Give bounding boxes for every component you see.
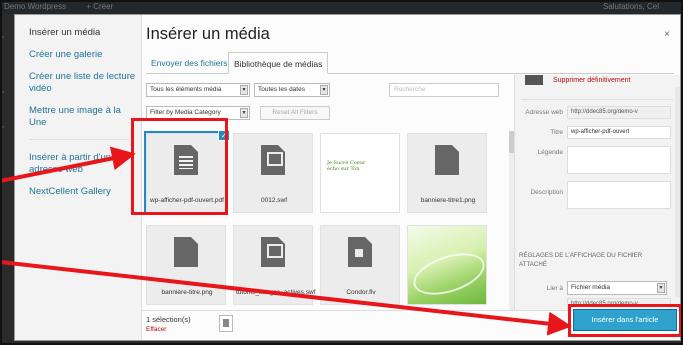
media-modal: Insérer un média Créer une galerie Créer… <box>14 14 681 341</box>
admin-bar: Demo Wordpress + Créer Salutations, Cel <box>0 0 683 14</box>
media-item-name: 0012.swf <box>260 197 288 204</box>
flash-file-icon <box>261 237 285 267</box>
media-type-select-value: Tous les éléments média <box>150 86 222 93</box>
url-field[interactable]: http://ddec85.org/demo-v <box>567 106 671 119</box>
caption-field[interactable] <box>567 146 671 174</box>
media-item-name: banniere-titre1.png <box>420 197 476 204</box>
sidebar-item-insert-from-url[interactable]: Insérer à partir d'une adresse web <box>29 152 137 176</box>
media-category-select-value: Filter by Media Category <box>150 109 221 116</box>
annotation-highlight-insert <box>568 304 682 337</box>
media-item-name: bannière-titre.png <box>161 289 213 296</box>
details-divider <box>521 99 673 100</box>
backdrop-ghost: ▪ <box>2 124 5 131</box>
delete-permanently-link[interactable]: Supprimer définitivement <box>553 77 630 84</box>
chevron-down-icon: ▼ <box>240 108 248 118</box>
selected-file-thumbnail[interactable] <box>219 315 233 332</box>
admin-bar-new[interactable]: + Créer <box>86 2 113 11</box>
tab-media-library[interactable]: Bibliothèque de médias <box>228 52 329 74</box>
admin-bar-site[interactable]: Demo Wordpress <box>4 2 66 11</box>
title-field[interactable]: wp-afficher-pdf-ouvert <box>567 126 671 139</box>
reset-filters-button[interactable]: Reset All Filters <box>260 106 330 120</box>
link-to-select-value: Fichier média <box>571 284 611 291</box>
sidebar-item-video-playlist[interactable]: Créer une liste de lecture vidéo <box>29 71 137 95</box>
media-sidebar: Insérer un média Créer une galerie Créer… <box>15 15 142 340</box>
media-type-select[interactable]: Tous les éléments média ▼ <box>146 83 250 97</box>
search-input[interactable]: Recherche <box>389 83 499 97</box>
document-icon <box>435 145 459 175</box>
annotation-highlight-selected <box>131 118 228 215</box>
document-icon <box>174 237 198 267</box>
modal-title: Insérer un média <box>146 25 270 43</box>
media-item-name: Condor.flv <box>346 289 376 296</box>
display-settings-heading: RÉGLAGES DE L'AFFICHAGE DU FICHIER ATTAC… <box>519 252 643 268</box>
selection-count: 1 sélection(s) <box>146 315 191 324</box>
caption-label: Légende <box>537 149 563 156</box>
description-field[interactable] <box>567 181 671 209</box>
sidebar-item-nextcellent[interactable]: NextCellent Gallery <box>29 186 137 198</box>
chevron-down-icon: ▼ <box>657 283 665 293</box>
media-item[interactable]: 0012.swf <box>233 133 313 213</box>
media-item[interactable]: Condor.flv <box>320 225 400 305</box>
backdrop-ghost: ▪ <box>2 89 5 96</box>
link-to-label: Lier à <box>546 285 563 292</box>
media-tabs: Envoyer des fichiers Bibliothèque de méd… <box>146 52 674 74</box>
tab-upload-files[interactable]: Envoyer des fichiers <box>146 52 233 74</box>
clear-selection-link[interactable]: Effacer <box>146 326 166 333</box>
details-scrollbar[interactable] <box>675 87 680 297</box>
media-item[interactable]: Je Sucré Coeur écho sur Ton <box>320 133 400 213</box>
flash-file-icon <box>261 145 285 175</box>
media-item[interactable]: banniere-titre1.png <box>407 133 487 213</box>
url-label: Adresse web <box>525 109 563 116</box>
chevron-down-icon: ▼ <box>320 85 328 95</box>
title-label: Titre <box>550 129 563 136</box>
backdrop-ghost: ▪ <box>2 34 5 41</box>
description-label: Description <box>530 189 563 196</box>
media-item[interactable]: tutoriel_images_actives.swf <box>233 225 316 305</box>
dates-select[interactable]: Toutes les dates ▼ <box>254 83 330 97</box>
chevron-down-icon: ▼ <box>240 85 248 95</box>
attachment-details: Supprimer définitivement Adresse web htt… <box>514 75 680 311</box>
link-to-select[interactable]: Fichier média ▼ <box>567 281 667 295</box>
sidebar-divider <box>29 139 129 140</box>
sidebar-item-create-gallery[interactable]: Créer une galerie <box>29 49 137 61</box>
close-icon[interactable]: × <box>664 29 670 40</box>
sidebar-item-insert-media[interactable]: Insérer un média <box>29 27 137 39</box>
dates-select-value: Toutes les dates <box>258 86 305 93</box>
media-item[interactable] <box>407 225 487 305</box>
admin-bar-greeting[interactable]: Salutations, Cel <box>603 0 659 14</box>
media-item-image: Je Sucré Coeur écho sur Ton <box>327 160 366 172</box>
sidebar-item-featured-image[interactable]: Mettre une image à la Une <box>29 105 137 129</box>
media-item-name: tutoriel_images_actives.swf <box>236 289 316 296</box>
file-preview <box>525 75 543 85</box>
video-file-icon <box>348 237 372 267</box>
media-item[interactable]: bannière-titre.png <box>146 225 226 305</box>
